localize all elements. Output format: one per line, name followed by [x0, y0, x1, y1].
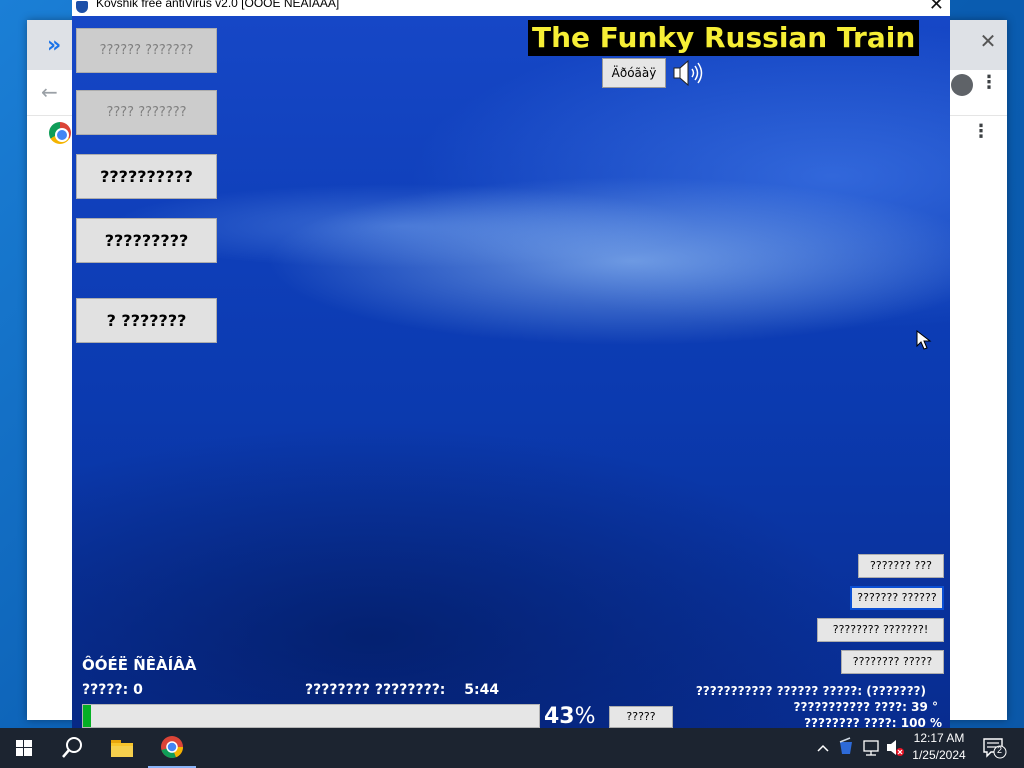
scan-progress-percent: 43%: [544, 704, 596, 729]
window-titlebar[interactable]: Kovshik free antiVirus v2.0 [ÒÓÔÈ ÑÊÀÍÀÀ…: [72, 0, 950, 16]
network-button[interactable]: [860, 728, 882, 768]
side-button-3[interactable]: ??????????: [76, 154, 217, 199]
scan-progress-bar: [82, 704, 540, 728]
bucket-icon: [839, 737, 852, 754]
search-icon: [62, 737, 82, 758]
right-button-2[interactable]: ??????? ??????: [850, 586, 944, 610]
next-track-button[interactable]: Äðóãàÿ: [602, 58, 666, 88]
back-arrow-icon[interactable]: ←: [41, 80, 58, 104]
antivirus-window: Kovshik free antiVirus v2.0 [ÒÓÔÈ ÑÊÀÍÀÀ…: [72, 0, 950, 730]
side-button-1[interactable]: ?????? ???????: [76, 28, 217, 73]
network-icon: [863, 740, 879, 756]
side-button-2[interactable]: ???? ???????: [76, 90, 217, 135]
window-title: Kovshik free antiVirus v2.0 [ÒÓÔÈ ÑÊÀÍÀÀ…: [96, 0, 340, 10]
found-value: 0: [133, 682, 143, 698]
time-remaining-label: ???????? ????????:: [305, 682, 446, 698]
search-button[interactable]: [48, 728, 96, 768]
clock-date: 1/25/2024: [912, 748, 966, 762]
page-menu-icon[interactable]: ⋮: [971, 121, 991, 145]
side-button-4[interactable]: ?????????: [76, 218, 217, 263]
notification-icon: [983, 738, 1007, 759]
percent-sign: %: [574, 704, 596, 729]
side-button-5[interactable]: ? ???????: [76, 298, 217, 343]
found-count: ?????: 0: [82, 682, 143, 698]
windows-logo-icon: [16, 740, 32, 756]
browser-menu-icon[interactable]: ⋮: [979, 72, 999, 96]
progress-value: 43: [544, 704, 575, 729]
stop-scan-button[interactable]: ?????: [609, 706, 673, 728]
chrome-icon: [161, 736, 184, 759]
browser-close-icon[interactable]: ✕: [975, 28, 1001, 54]
right-button-4[interactable]: ???????? ?????: [841, 650, 944, 674]
temperature-info: ??????????? ????: 39 °: [793, 700, 938, 714]
start-button[interactable]: [0, 728, 48, 768]
right-button-1[interactable]: ??????? ???: [858, 554, 944, 578]
chrome-logo-icon: [49, 122, 71, 144]
folder-icon: [111, 740, 133, 757]
tab-search-chevron-icon[interactable]: »: [47, 33, 61, 58]
volume-muted-icon: [887, 740, 904, 756]
scan-progress-fill: [83, 705, 91, 727]
mouse-cursor-icon: [916, 330, 932, 350]
window-close-icon[interactable]: ✕: [929, 0, 944, 15]
tray-antivirus-button[interactable]: [836, 728, 856, 768]
found-label: ?????:: [82, 682, 129, 698]
app-bucket-icon: [76, 1, 88, 13]
notifications-button[interactable]: 2: [980, 728, 1010, 768]
profile-avatar-icon[interactable]: [951, 74, 973, 96]
speaker-icon[interactable]: [672, 58, 708, 88]
detection-info: ??????????? ?????? ?????: (???????): [695, 684, 926, 698]
headline-banner: The Funky Russian Train: [528, 20, 920, 56]
file-explorer-button[interactable]: [98, 728, 146, 768]
show-hidden-icons-button[interactable]: [814, 728, 832, 768]
scan-status-title: ÔÓÉË ÑÊÀÍÂÀ: [82, 656, 197, 674]
chrome-taskbar-button[interactable]: [148, 728, 196, 768]
taskbar: 12:17 AM 1/25/2024 2: [0, 728, 1024, 768]
chevron-up-icon: [817, 744, 829, 752]
volume-button[interactable]: [884, 728, 906, 768]
time-remaining: ???????? ????????: 5:44: [305, 682, 499, 698]
notification-count: 2: [997, 745, 1003, 755]
time-remaining-value: 5:44: [464, 682, 500, 698]
clock-time: 12:17 AM: [913, 731, 965, 745]
taskbar-clock[interactable]: 12:17 AM 1/25/2024: [908, 730, 970, 764]
right-button-3[interactable]: ???????? ???????!: [817, 618, 944, 642]
